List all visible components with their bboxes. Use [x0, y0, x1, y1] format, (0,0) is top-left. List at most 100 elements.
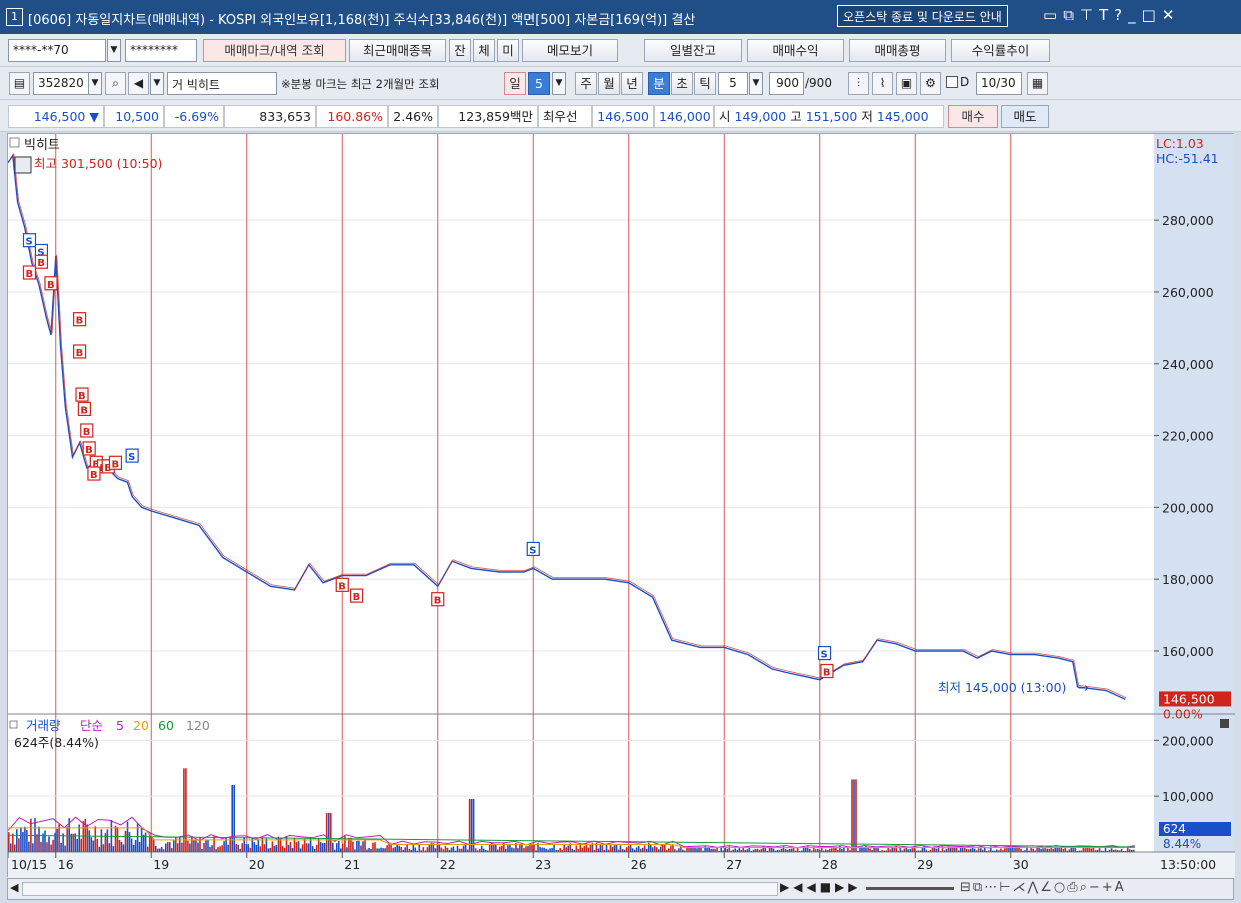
daily-balance-button[interactable]: 일별잔고 — [644, 39, 742, 62]
draw-trend-icon[interactable]: ⋀ — [1028, 880, 1041, 895]
interval-field[interactable]: 5 — [718, 72, 748, 95]
snapshot-icon[interactable]: ⎙ — [1067, 880, 1079, 895]
memo-view-button[interactable]: 메모보기 — [522, 39, 618, 62]
volume-bar — [557, 849, 559, 852]
volume-bar — [1044, 847, 1046, 852]
rewind-icon[interactable]: ◀◀ — [793, 880, 819, 894]
volume-bar — [42, 833, 44, 852]
stock-label: 빅히트 — [24, 138, 60, 153]
period-minute-button[interactable]: 분 — [648, 72, 670, 95]
interval-dropdown-icon[interactable]: ▼ — [749, 72, 763, 95]
window-controls: ▭⧉⊤T?_□✕ — [1043, 6, 1180, 24]
draw-circle-icon[interactable]: ○ — [1054, 880, 1067, 895]
date-checkbox-label: D — [960, 75, 970, 89]
volume-bar — [945, 848, 948, 852]
code-dropdown-icon[interactable]: ▼ — [88, 72, 102, 95]
account-dropdown-icon[interactable]: ▼ — [107, 39, 121, 62]
volume-bar — [885, 850, 887, 852]
volume-bar — [676, 850, 678, 852]
count-field[interactable]: 900 — [769, 72, 804, 95]
executed-button[interactable]: 체 — [473, 39, 495, 62]
volume-bar — [853, 779, 855, 852]
pin-icon[interactable]: ⊤ — [1080, 6, 1099, 24]
return-trend-button[interactable]: 수익률추이 — [951, 39, 1050, 62]
mark-notice: ※분봉 마크는 최근 2개월만 조회 — [281, 77, 440, 91]
trade-review-button[interactable]: 매매총평 — [849, 39, 946, 62]
password-field[interactable]: ******** — [125, 39, 197, 62]
cascade-icon[interactable]: ⧉ — [1063, 6, 1080, 24]
speaker-icon[interactable]: ◀ — [128, 72, 149, 95]
sell-button[interactable]: 매도 — [1001, 105, 1049, 128]
zoom-out-icon[interactable]: − — [1089, 880, 1102, 895]
volume-bar — [742, 847, 745, 852]
horizontal-scrollbar[interactable] — [22, 882, 778, 896]
volume-bar — [808, 849, 811, 852]
date-checkbox[interactable] — [946, 76, 958, 88]
period-day-count[interactable]: 5 — [528, 72, 550, 95]
account-number-field[interactable]: ****-**70 — [8, 39, 106, 62]
stock-list-icon[interactable]: ▤ — [9, 72, 30, 95]
trade-profit-button[interactable]: 매매수익 — [747, 39, 844, 62]
volume-bar — [855, 779, 857, 852]
fast-forward-icon[interactable]: ▶▶ — [835, 880, 861, 894]
volume-bar — [615, 844, 618, 852]
chart-icon-3[interactable]: ⋯ — [984, 880, 999, 895]
play-icon[interactable]: ▶ — [780, 880, 793, 894]
volume-bar — [158, 848, 161, 852]
draw-line-icon[interactable]: ⊢ — [999, 880, 1012, 895]
zoom-slider-icon[interactable] — [866, 887, 954, 890]
zoom-in-icon[interactable]: + — [1102, 880, 1115, 895]
stock-name-field[interactable]: 거 빅히트 — [167, 72, 277, 95]
period-week-button[interactable]: 주 — [575, 72, 597, 95]
period-second-button[interactable]: 초 — [671, 72, 693, 95]
buy-button[interactable]: 매수 — [948, 105, 998, 128]
line-type-icon[interactable]: ⌇ — [872, 72, 893, 95]
trade-mark-query-button[interactable]: 매매마크/내역 조회 — [203, 39, 346, 62]
volume-bar — [716, 847, 718, 852]
volume-bar — [994, 850, 996, 852]
unexecuted-button[interactable]: 미 — [497, 39, 519, 62]
high-price: 151,500 — [805, 109, 858, 124]
calendar-icon[interactable]: ▦ — [1027, 72, 1048, 95]
search-icon[interactable]: ⌕ — [105, 72, 126, 95]
settings-gear-icon[interactable]: ⚙ — [920, 72, 941, 95]
candle-type-icon[interactable]: ⫶ — [848, 72, 869, 95]
stop-icon[interactable]: ■ — [820, 880, 835, 894]
chart-icon-1[interactable]: ⊟ — [960, 880, 973, 895]
speaker-dropdown-icon[interactable]: ▼ — [150, 72, 164, 95]
font-icon[interactable]: T — [1099, 6, 1114, 24]
price-chart[interactable]: 160,000 180,000 200,000 220,000 240,000 260,0… — [8, 134, 1235, 878]
volume-bar — [72, 833, 74, 852]
volume-bar — [138, 842, 141, 852]
period-tick-button[interactable]: 틱 — [694, 72, 716, 95]
volume-bar — [730, 850, 732, 852]
recent-trades-button[interactable]: 최근매매종목 — [349, 39, 446, 62]
restore-down-icon[interactable]: ▭ — [1043, 6, 1063, 24]
reset-icon[interactable]: A — [1115, 880, 1126, 895]
search-zoom-icon[interactable]: ⌕ — [1080, 880, 1089, 895]
period-month-button[interactable]: 월 — [598, 72, 620, 95]
stock-code-field[interactable]: 352820 — [33, 72, 89, 95]
period-year-button[interactable]: 년 — [621, 72, 643, 95]
volume-bar — [281, 845, 284, 852]
draw-angle-icon[interactable]: ∠ — [1040, 880, 1054, 895]
volume-bar — [967, 849, 970, 852]
volume-bar — [476, 850, 479, 852]
maximize-icon[interactable]: □ — [1142, 6, 1162, 24]
chart-icon-2[interactable]: ⧉ — [973, 880, 984, 895]
day-count-dropdown-icon[interactable]: ▼ — [552, 72, 566, 95]
close-icon[interactable]: ✕ — [1162, 6, 1181, 24]
date-tick-label: 26 — [631, 857, 647, 872]
minimize-icon[interactable]: _ — [1128, 6, 1142, 24]
draw-fan-icon[interactable]: ⋌ — [1013, 880, 1028, 895]
scroll-left-icon[interactable]: ◀ — [10, 881, 18, 894]
buy-marker-label: B — [85, 445, 93, 456]
chart-area[interactable]: 160,000 180,000 200,000 220,000 240,000 260,0… — [7, 133, 1235, 878]
help-icon[interactable]: ? — [1114, 6, 1128, 24]
notice-button[interactable]: 오픈스탁 종료 및 다운로드 안내 — [837, 5, 1008, 27]
date-field[interactable]: 10/30 — [976, 72, 1022, 95]
volume-bar — [342, 843, 344, 852]
period-day-button[interactable]: 일 — [504, 72, 526, 95]
save-icon[interactable]: ▣ — [896, 72, 917, 95]
balance-button[interactable]: 잔 — [449, 39, 471, 62]
